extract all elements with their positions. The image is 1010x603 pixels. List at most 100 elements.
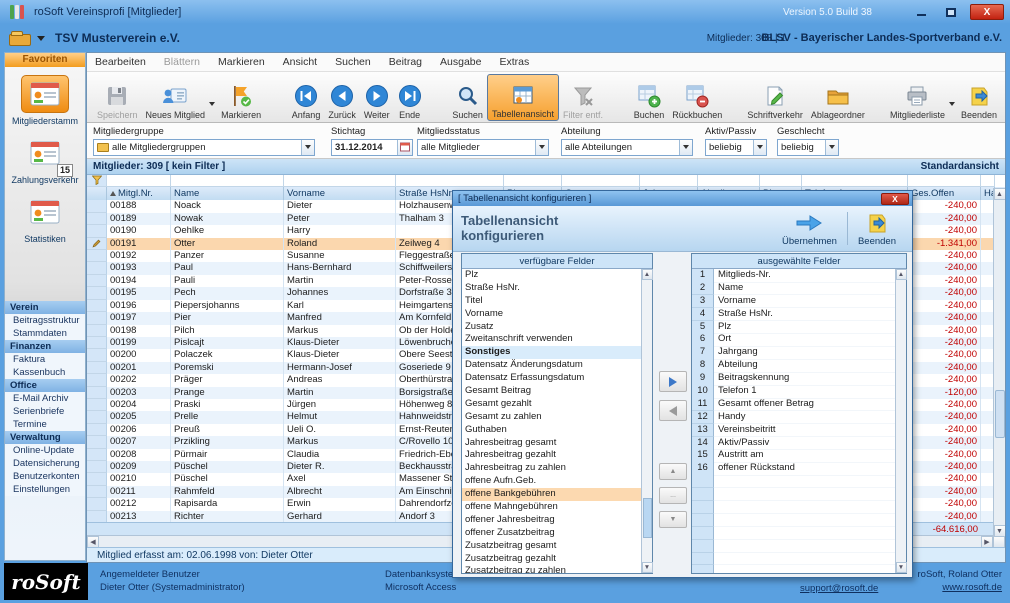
row-selector[interactable] — [87, 262, 107, 274]
selected-field-item[interactable] — [692, 553, 897, 566]
sidebar-nav-item[interactable]: Faktura — [5, 353, 85, 366]
row-selector[interactable] — [87, 374, 107, 386]
menu-item[interactable]: Blättern — [164, 56, 200, 68]
selected-field-item[interactable]: 1 Mitglieds-Nr. — [692, 269, 897, 282]
selected-field-item[interactable]: 10 Telefon 1 — [692, 385, 897, 398]
row-selector[interactable] — [87, 362, 107, 374]
selected-field-item[interactable]: 14 Aktiv/Passiv — [692, 437, 897, 450]
book-back-button[interactable]: Rückbuchen — [668, 74, 726, 121]
dialog-titlebar[interactable]: [ Tabellenansicht konfigurieren ] X — [453, 191, 912, 206]
sidebar-nav-item[interactable]: Serienbriefe — [5, 405, 85, 418]
column-header-gesoffen[interactable]: Ges.Offen — [908, 187, 981, 200]
menu-item[interactable]: Bearbeiten — [95, 56, 146, 68]
sidebar-nav-item[interactable]: Termine — [5, 418, 85, 431]
first-record-button[interactable]: Anfang — [288, 74, 325, 121]
scroll-up-arrow[interactable]: ▲ — [994, 188, 1006, 200]
abteilung-select[interactable]: alle Abteilungen — [561, 139, 693, 156]
row-selector[interactable] — [87, 213, 107, 225]
row-selector[interactable] — [87, 486, 107, 498]
row-selector[interactable] — [87, 250, 107, 262]
sidebar-nav-item[interactable]: Kassenbuch — [5, 366, 85, 379]
row-selector[interactable] — [87, 449, 107, 461]
selected-field-item[interactable] — [692, 475, 897, 488]
exit-button[interactable]: Beenden — [957, 74, 1001, 121]
sidebar-nav-item[interactable]: Stammdaten — [5, 327, 85, 340]
sidebar-favorite-item[interactable]: 15 Zahlungsverkehr — [5, 126, 85, 185]
column-header-vorname[interactable]: Vorname — [284, 187, 396, 200]
selected-field-item[interactable]: 9 Beitragskennung — [692, 372, 897, 385]
selected-field-item[interactable]: 12 Handy — [692, 411, 897, 424]
vertical-scrollbar[interactable]: ▲ ▼ — [993, 188, 1005, 537]
sidebar-favorite-item[interactable]: Mitgliederstamm — [5, 67, 85, 126]
menu-item[interactable]: Ausgabe — [440, 56, 481, 68]
available-field-item[interactable]: Datensatz Änderungsdatum — [462, 359, 643, 372]
row-selector[interactable] — [87, 238, 107, 250]
row-selector[interactable] — [87, 461, 107, 473]
row-selector[interactable] — [87, 275, 107, 287]
prev-record-button[interactable]: Zurück — [324, 74, 360, 121]
available-field-item[interactable]: Plz — [462, 269, 643, 282]
menu-item[interactable]: Extras — [499, 56, 529, 68]
available-field-item[interactable]: Jahresbeitrag gezahlt — [462, 449, 643, 462]
selected-field-item[interactable]: 16 offener Rückstand — [692, 462, 897, 475]
sidebar-nav-item[interactable]: Benutzerkonten — [5, 470, 85, 483]
dialog-close-button[interactable]: X — [881, 193, 909, 205]
list-scroll-down[interactable]: ▼ — [642, 562, 653, 573]
remove-field-button[interactable] — [659, 400, 687, 421]
member-list-button[interactable]: Mitgliederliste — [886, 74, 949, 121]
row-selector[interactable] — [87, 312, 107, 324]
maximize-button[interactable] — [940, 5, 962, 19]
sidebar-nav-item[interactable]: Einstellungen — [5, 483, 85, 496]
book-button[interactable]: Buchen — [630, 74, 669, 121]
available-list-scrollbar[interactable]: ▲ ▼ — [641, 269, 652, 573]
search-button[interactable]: Suchen — [448, 74, 487, 121]
selected-field-item[interactable]: 11 Gesamt offener Betrag — [692, 398, 897, 411]
sidebar-nav-item[interactable]: Beitragsstruktur — [5, 314, 85, 327]
available-field-item[interactable]: Gesamt zu zahlen — [462, 411, 643, 424]
available-field-item[interactable]: offene Aufn.Geb. — [462, 475, 643, 488]
row-selector[interactable] — [87, 511, 107, 522]
sidebar-favorite-item[interactable]: Statistiken — [5, 185, 85, 244]
available-field-item[interactable]: Gesamt gezahlt — [462, 398, 643, 411]
selected-field-item[interactable]: 4 Straße HsNr. — [692, 308, 897, 321]
available-field-item[interactable]: Jahresbeitrag zu zahlen — [462, 462, 643, 475]
correspondence-button[interactable]: Schriftverkehr — [743, 74, 807, 121]
selected-field-item[interactable]: 3 Vorname — [692, 295, 897, 308]
memberstatus-select[interactable]: alle Mitglieder — [417, 139, 549, 156]
more-options-button[interactable]: ... — [659, 487, 687, 504]
last-record-button[interactable]: Ende — [394, 74, 426, 121]
selected-field-item[interactable]: 13 Vereinsbeitritt — [692, 424, 897, 437]
dropdown-arrow[interactable] — [301, 140, 314, 155]
row-selector[interactable] — [87, 399, 107, 411]
selected-field-item[interactable] — [692, 488, 897, 501]
filing-folder-button[interactable]: Ablageordner — [807, 74, 869, 121]
column-filter-icon[interactable] — [87, 175, 107, 188]
row-selector[interactable] — [87, 225, 107, 237]
column-header-name[interactable]: Name — [171, 187, 284, 200]
available-field-item[interactable]: Straße HsNr. — [462, 282, 643, 295]
selected-field-item[interactable]: 7 Jahrgang — [692, 346, 897, 359]
row-selector[interactable] — [87, 411, 107, 423]
available-field-item[interactable]: offener Jahresbeitrag — [462, 514, 643, 527]
available-field-item[interactable]: Zusatzbeitrag zu zahlen — [462, 565, 643, 573]
dropdown-arrow[interactable] — [535, 140, 548, 155]
row-selector[interactable] — [87, 337, 107, 349]
sidebar-nav-item[interactable]: Datensicherung — [5, 457, 85, 470]
sidebar-nav-item[interactable]: Finanzen — [5, 340, 85, 353]
membergroup-select[interactable]: alle Mitgliedergruppen — [93, 139, 315, 156]
row-selector[interactable] — [87, 387, 107, 399]
available-field-item[interactable]: Datensatz Erfassungsdatum — [462, 372, 643, 385]
available-field-item[interactable]: Zusatz — [462, 321, 643, 334]
available-field-item[interactable]: Zusatzbeitrag gesamt — [462, 540, 643, 553]
available-field-item[interactable]: Zweitanschrift verwenden — [462, 333, 643, 346]
available-field-item[interactable]: Zusatzbeitrag gezahlt — [462, 553, 643, 566]
selected-field-item[interactable]: 2 Name — [692, 282, 897, 295]
available-field-item[interactable]: offener Zusatzbeitrag — [462, 527, 643, 540]
website-link[interactable]: www.rosoft.de — [918, 581, 1002, 594]
row-selector[interactable] — [87, 300, 107, 312]
row-selector[interactable] — [87, 287, 107, 299]
selected-list-scrollbar[interactable]: ▲ ▼ — [895, 269, 906, 573]
menu-item[interactable]: Markieren — [218, 56, 265, 68]
selected-field-item[interactable]: 6 Ort — [692, 333, 897, 346]
dropdown-arrow[interactable] — [679, 140, 692, 155]
